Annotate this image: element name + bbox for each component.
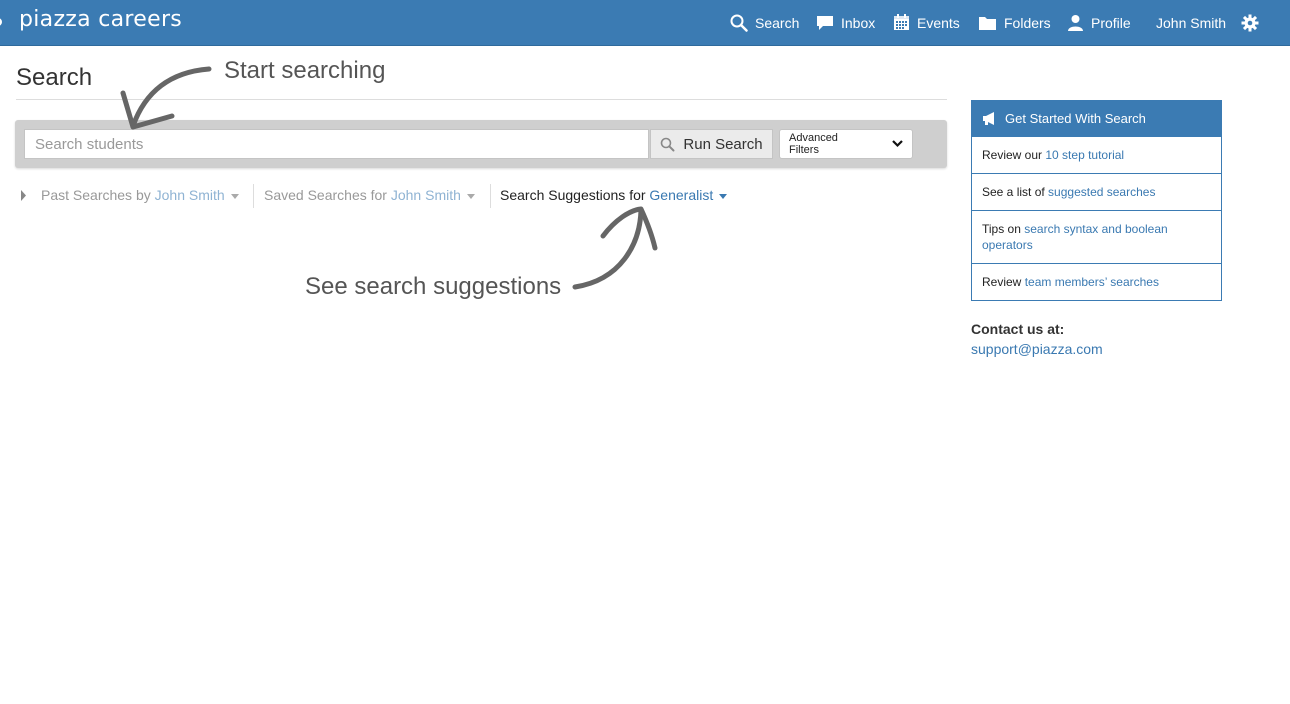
annotation-arrow-start	[130, 66, 212, 129]
brand-edge-mark	[0, 18, 2, 26]
suggested-searches-link[interactable]: suggested searches	[1048, 185, 1155, 199]
gear-icon	[1241, 14, 1259, 31]
sidebar-item-text: Tips on	[982, 222, 1021, 236]
advanced-filters-label: Advanced Filters	[789, 132, 838, 156]
get-started-title: Get Started With Search	[1005, 111, 1146, 126]
tab-divider	[253, 184, 254, 208]
sidebar-item-tutorial: Review our 10 step tutorial	[972, 136, 1221, 173]
caret-down-icon	[466, 193, 475, 199]
tab-past-searches[interactable]: Past Searches by John Smith	[41, 187, 239, 203]
annotation-search-suggestions: See search suggestions	[305, 273, 562, 300]
run-search-button[interactable]: Run Search	[650, 129, 773, 159]
top-navbar: piazza careers Search Inbox Events Folde…	[0, 0, 1290, 46]
sidebar-item-text: See a list of	[982, 185, 1045, 199]
caret-down-icon	[719, 193, 728, 199]
megaphone-icon	[983, 112, 994, 125]
tab-saved-searches[interactable]: Saved Searches for John Smith	[264, 187, 475, 203]
search-panel: Run Search Advanced Filters	[15, 120, 947, 168]
chat-bubble-icon	[817, 15, 833, 30]
nav-profile[interactable]: Profile	[1067, 0, 1131, 45]
get-started-header: Get Started With Search	[972, 101, 1221, 136]
caret-right-icon[interactable]	[20, 190, 27, 201]
search-icon	[661, 137, 675, 151]
nav-inbox[interactable]: Inbox	[816, 0, 875, 45]
sidebar-item-suggested: See a list of suggested searches	[972, 173, 1221, 210]
tab-saved-prefix: Saved Searches for	[264, 187, 387, 203]
search-icon	[730, 14, 748, 32]
nav-inbox-label: Inbox	[841, 14, 876, 31]
user-icon	[1068, 15, 1083, 31]
tab-saved-user[interactable]: John Smith	[391, 187, 461, 203]
caret-down-icon	[230, 193, 239, 199]
advanced-filters-dropdown[interactable]: Advanced Filters	[779, 129, 913, 159]
tab-divider	[490, 184, 491, 208]
nav-search[interactable]: Search	[730, 0, 799, 45]
sidebar-item-text: Review our	[982, 148, 1043, 162]
user-name-label: John Smith	[1156, 14, 1227, 31]
run-search-label: Run Search	[683, 135, 763, 153]
settings-button[interactable]	[1241, 0, 1266, 45]
tab-suggestions-role[interactable]: Generalist	[649, 187, 713, 203]
nav-events-label: Events	[917, 14, 960, 31]
page-title: Search	[16, 64, 93, 91]
search-input[interactable]	[24, 129, 649, 159]
nav-user-name[interactable]: John Smith	[1156, 0, 1226, 45]
folder-icon	[979, 16, 996, 30]
brand-logo[interactable]: piazza careers	[19, 7, 182, 32]
contact-title: Contact us at:	[971, 321, 1065, 337]
nav-folders-label: Folders	[1004, 14, 1051, 31]
nav-folders[interactable]: Folders	[978, 0, 1051, 45]
tab-search-suggestions[interactable]: Search Suggestions for Generalist	[500, 187, 728, 203]
sidebar-item-team: Review team members’ searches	[972, 263, 1221, 300]
nav-search-label: Search	[755, 14, 800, 31]
title-divider	[16, 99, 947, 100]
annotation-arrow-suggestions-head	[600, 206, 658, 251]
annotation-start-searching: Start searching	[224, 57, 386, 84]
nav-profile-label: Profile	[1091, 14, 1131, 31]
sidebar-item-syntax: Tips on search syntax and boolean operat…	[972, 210, 1221, 263]
annotation-arrow-suggestions	[572, 207, 644, 290]
sidebar-item-text: Review	[982, 275, 1022, 289]
team-searches-link[interactable]: team members’ searches	[1025, 275, 1159, 289]
tab-suggestions-prefix: Search Suggestions for	[500, 187, 646, 203]
chevron-down-icon	[892, 140, 903, 148]
tab-past-user[interactable]: John Smith	[155, 187, 225, 203]
get-started-panel: Get Started With Search Review our 10 st…	[971, 100, 1222, 301]
tab-past-prefix: Past Searches by	[41, 187, 151, 203]
calendar-icon	[894, 14, 909, 30]
nav-events[interactable]: Events	[893, 0, 960, 45]
support-email-link[interactable]: support@piazza.com	[971, 341, 1103, 357]
tutorial-link[interactable]: 10 step tutorial	[1045, 148, 1124, 162]
